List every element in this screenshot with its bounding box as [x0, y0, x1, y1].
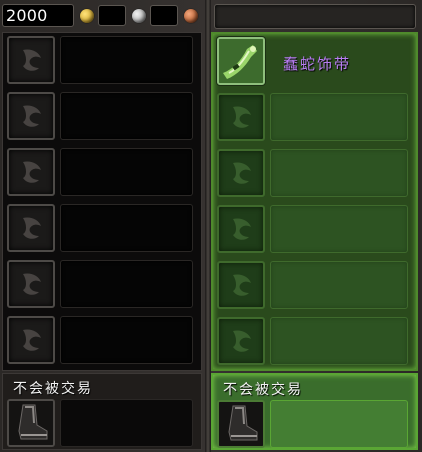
gold-coin-icon — [80, 9, 94, 23]
empty-slot-icon[interactable] — [7, 92, 55, 140]
slot-name-field — [270, 93, 408, 141]
boot-graphic-icon — [9, 401, 53, 445]
slot-name-field — [60, 316, 193, 364]
trade-slot[interactable] — [215, 203, 414, 254]
empty-slot-icon[interactable] — [7, 36, 55, 84]
target-money-bar — [214, 4, 416, 29]
boot-icon[interactable] — [217, 400, 265, 448]
empty-slot-emblem-icon — [233, 106, 251, 128]
slot-name-field — [60, 204, 193, 252]
slot-name-field — [60, 36, 193, 84]
gold-input[interactable]: 2000 — [2, 4, 74, 27]
slot-name-field — [60, 148, 193, 196]
slot-name-field — [270, 317, 408, 365]
player-money-bar: 2000 — [2, 4, 206, 29]
empty-slot-emblem-icon — [23, 329, 41, 351]
silver-input[interactable] — [98, 5, 126, 26]
slot-name-field — [60, 92, 193, 140]
target-trade-panel: 蠢蛇饰带 — [211, 32, 418, 371]
empty-slot-icon[interactable] — [217, 261, 265, 309]
trade-slot[interactable] — [215, 147, 414, 198]
trade-slot[interactable] — [5, 258, 199, 309]
empty-slot-icon[interactable] — [217, 205, 265, 253]
trade-slot[interactable] — [5, 202, 199, 253]
empty-slot-emblem-icon — [233, 162, 251, 184]
empty-slot-emblem-icon — [23, 273, 41, 295]
slot-name-field — [270, 205, 408, 253]
no-trade-name-field — [60, 399, 193, 447]
empty-slot-icon[interactable] — [7, 204, 55, 252]
player-no-trade-panel: 不会被交易 — [2, 373, 202, 450]
trade-slot[interactable] — [5, 90, 199, 141]
boot-graphic-icon — [219, 402, 263, 446]
trade-slot[interactable] — [5, 314, 199, 365]
slot-name-field — [60, 260, 193, 308]
empty-slot-icon[interactable] — [217, 93, 265, 141]
trade-slot[interactable] — [215, 315, 414, 366]
no-trade-name-field — [270, 400, 408, 448]
trade-window: 2000 蠢蛇饰带 不会被交易 不会被交易 — [0, 0, 422, 452]
empty-slot-icon[interactable] — [7, 148, 55, 196]
boot-icon[interactable] — [7, 399, 55, 447]
slot-name-field — [270, 37, 408, 85]
empty-slot-icon[interactable] — [217, 149, 265, 197]
silver-coin-icon — [132, 9, 146, 23]
empty-slot-icon[interactable] — [217, 317, 265, 365]
empty-slot-emblem-icon — [233, 274, 251, 296]
trade-slot[interactable] — [215, 259, 414, 310]
empty-slot-icon[interactable] — [7, 260, 55, 308]
empty-slot-icon[interactable] — [7, 316, 55, 364]
trade-slot-filled[interactable]: 蠢蛇饰带 — [215, 35, 414, 86]
empty-slot-emblem-icon — [233, 330, 251, 352]
green-belt-icon[interactable] — [217, 37, 265, 85]
trade-slot[interactable] — [5, 34, 199, 85]
copper-coin-icon — [184, 9, 198, 23]
belt-graphic-icon — [219, 39, 263, 83]
slot-name-field — [270, 149, 408, 197]
empty-slot-emblem-icon — [23, 161, 41, 183]
empty-slot-emblem-icon — [233, 218, 251, 240]
empty-slot-emblem-icon — [23, 217, 41, 239]
slot-name-field — [270, 261, 408, 309]
player-trade-panel — [2, 32, 202, 371]
no-trade-title: 不会被交易 — [223, 382, 303, 398]
target-no-trade-panel: 不会被交易 — [211, 373, 418, 450]
no-trade-title: 不会被交易 — [13, 381, 93, 397]
empty-slot-emblem-icon — [23, 49, 41, 71]
empty-slot-emblem-icon — [23, 105, 41, 127]
trade-slot[interactable] — [5, 146, 199, 197]
trade-slot[interactable] — [215, 91, 414, 142]
copper-input[interactable] — [150, 5, 178, 26]
